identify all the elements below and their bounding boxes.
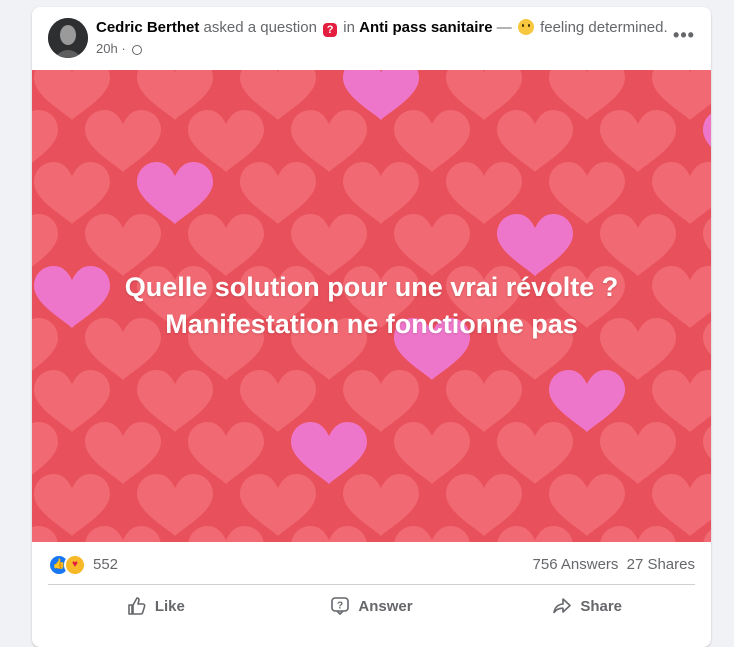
post-header-line: Cedric Berthet asked a question ? in Ant… — [96, 19, 668, 37]
heart-shape — [600, 526, 676, 542]
heart-shape — [32, 526, 58, 542]
share-label: Share — [580, 597, 623, 615]
heart-shape — [85, 214, 161, 276]
heart-shape — [600, 110, 676, 172]
care-icon: ♥ — [64, 554, 86, 576]
svg-text:?: ? — [337, 601, 343, 612]
meta-dot: · — [121, 41, 126, 56]
reaction-count[interactable]: 552 — [93, 556, 118, 573]
heart-shape — [291, 526, 367, 542]
heart-shape — [34, 162, 110, 224]
like-icon — [128, 597, 146, 615]
question-banner[interactable]: Quelle solution pour une vrai révolte ? … — [32, 70, 711, 542]
heart-shape — [549, 370, 625, 432]
answer-label: Answer — [358, 597, 413, 615]
heart-shape — [343, 474, 419, 536]
heart-shape — [240, 370, 316, 432]
heart-shape — [85, 422, 161, 484]
share-button[interactable]: Share — [479, 588, 695, 624]
heart-shape — [549, 474, 625, 536]
divider — [48, 584, 695, 585]
question-line-1: Quelle solution pour une vrai révolte ? — [124, 272, 619, 302]
heart-shape — [240, 162, 316, 224]
avatar[interactable] — [48, 18, 88, 58]
question-text: Quelle solution pour une vrai révolte ? … — [32, 269, 711, 343]
like-button[interactable]: Like — [48, 588, 264, 624]
heart-shape — [497, 422, 573, 484]
heart-shape — [497, 214, 573, 276]
heart-shape — [549, 162, 625, 224]
answer-icon: ? — [331, 597, 350, 615]
heart-shape — [291, 110, 367, 172]
heart-shape — [394, 110, 470, 172]
heart-shape — [291, 214, 367, 276]
heart-shape — [394, 214, 470, 276]
post-stats: 👍 ♥ 552 756 Answers 27 Shares — [48, 552, 695, 576]
answer-button[interactable]: ? Answer — [264, 588, 480, 624]
heart-shape — [446, 162, 522, 224]
heart-shape — [497, 526, 573, 542]
heart-shape — [188, 110, 264, 172]
heart-shape — [600, 422, 676, 484]
question-line-2: Manifestation ne fonctionne pas — [165, 309, 578, 339]
heart-shape — [137, 474, 213, 536]
heart-shape — [446, 474, 522, 536]
globe-icon[interactable] — [132, 45, 143, 55]
heart-shape — [394, 526, 470, 542]
post-header: Cedric Berthet asked a question ? in Ant… — [32, 7, 711, 70]
feeling-text: feeling determined. — [540, 19, 668, 36]
heart-shape — [137, 370, 213, 432]
heart-shape — [240, 474, 316, 536]
question-icon: ? — [323, 23, 338, 37]
smiling-face-icon — [517, 19, 534, 35]
heart-shape — [34, 370, 110, 432]
heart-shape — [343, 370, 419, 432]
heart-shape — [291, 422, 367, 484]
heart-shape — [188, 214, 264, 276]
in-text: in — [343, 19, 355, 36]
author-name[interactable]: Cedric Berthet — [96, 19, 199, 36]
engagement-counts: 756 Answers 27 Shares — [529, 556, 695, 573]
heart-shape — [600, 214, 676, 276]
avatar-image — [48, 18, 88, 58]
heart-shape — [394, 422, 470, 484]
like-label: Like — [154, 597, 185, 615]
heart-shape — [703, 529, 711, 542]
post-meta: 20h · — [96, 41, 143, 56]
action-bar: Like ? Answer Share — [48, 588, 695, 624]
heart-shape — [85, 110, 161, 172]
heart-shape — [85, 526, 161, 542]
heart-shape — [446, 370, 522, 432]
post-card: Cedric Berthet asked a question ? in Ant… — [32, 7, 711, 647]
heart-shape — [343, 162, 419, 224]
heart-shape — [188, 526, 264, 542]
heart-shape — [137, 162, 213, 224]
heart-shape — [34, 474, 110, 536]
asked-text: asked a question — [203, 19, 317, 36]
share-icon — [553, 598, 572, 614]
dash: — — [496, 19, 512, 36]
heart-shape — [188, 422, 264, 484]
timestamp[interactable]: 20h — [96, 41, 118, 56]
heart-shape — [497, 110, 573, 172]
group-name[interactable]: Anti pass sanitaire — [359, 19, 492, 36]
shares-count[interactable]: 27 Shares — [627, 556, 695, 573]
answers-count[interactable]: 756 Answers — [533, 556, 619, 573]
more-options-button[interactable]: ••• — [671, 25, 697, 51]
